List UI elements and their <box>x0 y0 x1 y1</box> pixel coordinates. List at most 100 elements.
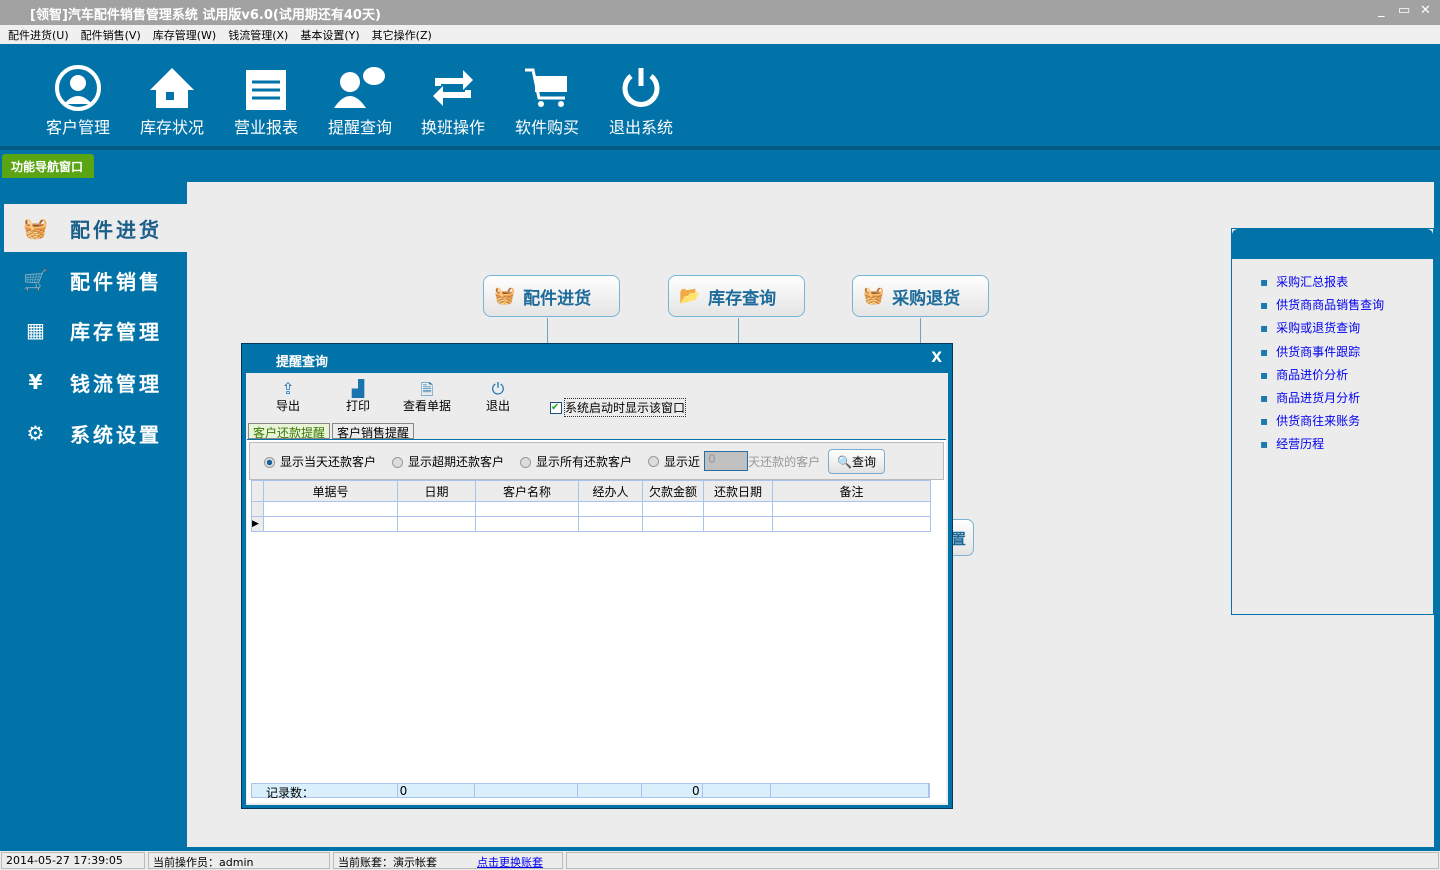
toolbar-label: 退出系统 <box>608 118 673 137</box>
menu-bar: 配件进货(U) 配件销售(V) 库存管理(W) 钱流管理(X) 基本设置(Y) … <box>0 25 1440 44</box>
status-datetime: 2014-05-27 17:39:05 <box>1 852 145 869</box>
radio-label: 显示当天还款客户 <box>280 454 377 469</box>
link-supplier-sales[interactable]: 供货商商品销售查询 <box>1260 296 1433 319</box>
print-button[interactable]: ▟ 打印 <box>346 379 370 414</box>
tab-sales-reminder[interactable]: 客户销售提醒 <box>332 423 415 440</box>
column-header[interactable]: 备注 <box>772 480 931 502</box>
query-button[interactable]: 🔍查询 <box>828 448 886 474</box>
column-header[interactable]: 还款日期 <box>703 480 773 502</box>
yen-icon: ¥ <box>28 370 46 394</box>
power-icon <box>596 62 686 114</box>
show-on-start-checkbox[interactable]: ✔ 系统启动时显示该窗口 <box>550 398 687 417</box>
toolbar-buy[interactable]: 软件购买 <box>502 62 592 138</box>
query-label: 查询 <box>852 454 877 469</box>
exit-button[interactable]: ⏻ 退出 <box>486 379 510 414</box>
amount-total: 0 <box>642 784 703 798</box>
menu-purchase[interactable]: 配件进货(U) <box>8 27 69 42</box>
column-header[interactable]: 单据号 <box>263 480 398 502</box>
link-purchase-summary[interactable]: 采购汇总报表 <box>1260 273 1433 296</box>
link-purchase-return-query[interactable]: 采购或退货查询 <box>1260 319 1433 342</box>
column-header[interactable]: 经办人 <box>578 480 643 502</box>
table-row[interactable]: ▶ <box>251 516 931 532</box>
radio-icon <box>264 456 275 468</box>
dialog-close-button[interactable]: X <box>931 350 942 366</box>
minimize-button[interactable]: _ <box>1378 3 1385 18</box>
sidebar-item-sales[interactable]: 🛒 配件销售 <box>4 256 187 304</box>
flow-connector <box>738 318 739 344</box>
toolbar-customer[interactable]: 客户管理 <box>33 62 123 138</box>
sidebar-item-inventory[interactable]: ▦ 库存管理 <box>4 306 187 354</box>
view-bill-button[interactable]: 🗎 查看单据 <box>403 379 451 414</box>
toolbar-report[interactable]: 营业报表 <box>221 62 311 138</box>
link-price-analysis[interactable]: 商品进价分析 <box>1260 366 1433 389</box>
current-row-icon: ▶ <box>251 516 264 532</box>
menu-other[interactable]: 其它操作(Z) <box>372 27 432 42</box>
reminder-dialog: 提醒查询 X ⇪ 导出 ▟ 打印 🗎 查看单据 ⏻ 退出 ✔ 系统启动时显示该窗口 客户还款… <box>241 343 953 809</box>
toolbar-exit[interactable]: 退出系统 <box>596 62 686 138</box>
cart-icon <box>502 62 592 114</box>
sidebar-label: 配件销售 <box>70 269 162 294</box>
report-links-panel: 采购汇总报表 供货商商品销售查询 采购或退货查询 供货商事件跟踪 商品进价分析 … <box>1231 228 1434 615</box>
link-supplier-events[interactable]: 供货商事件跟踪 <box>1260 343 1433 366</box>
search-icon: 🔍 <box>837 454 853 469</box>
link-monthly-analysis[interactable]: 商品进货月分析 <box>1260 389 1433 412</box>
sidebar-label: 钱流管理 <box>70 371 162 396</box>
change-account-link[interactable]: 点击更换账套 <box>477 854 543 869</box>
table-header: 单据号 日期 客户名称 经办人 欠款金额 还款日期 备注 <box>251 480 931 502</box>
radio-all[interactable]: 显示所有还款客户 <box>520 453 632 470</box>
basket-plus-icon: 🧺 <box>494 286 516 306</box>
print-icon: ▟ <box>351 379 365 398</box>
tool-label: 查看单据 <box>403 399 452 413</box>
tool-label: 打印 <box>346 399 371 413</box>
column-header[interactable]: 欠款金额 <box>642 480 704 502</box>
radio-overdue[interactable]: 显示超期还款客户 <box>392 453 504 470</box>
menu-cashflow[interactable]: 钱流管理(X) <box>228 27 288 42</box>
tab-repayment-reminder[interactable]: 客户还款提醒 <box>248 423 331 440</box>
flow-purchase-button[interactable]: 🧺 配件进货 <box>483 275 620 317</box>
days-input[interactable]: 0 <box>704 451 749 471</box>
main-toolbar: 客户管理 库存状况 营业报表 提醒查询 换班操作 软件购买 退出系统 <box>0 44 1440 150</box>
radio-icon <box>648 455 660 467</box>
basket-minus-icon: 🧺 <box>863 286 885 306</box>
toolbar-label: 提醒查询 <box>327 118 392 137</box>
menu-sales[interactable]: 配件销售(V) <box>81 27 141 42</box>
dialog-title: 提醒查询 <box>276 355 329 370</box>
cart-icon: 🛒 <box>23 268 51 292</box>
maximize-button[interactable]: ▭ <box>1398 3 1410 18</box>
export-button[interactable]: ⇪ 导出 <box>276 379 300 414</box>
nav-window-tab[interactable]: 功能导航窗口 <box>2 154 94 178</box>
toolbar-label: 库存状况 <box>139 118 204 137</box>
house-icon <box>127 62 217 114</box>
toolbar-reminder[interactable]: 提醒查询 <box>315 62 405 138</box>
sidebar-label: 库存管理 <box>70 319 162 344</box>
toolbar-shift[interactable]: 换班操作 <box>408 62 498 138</box>
menu-settings[interactable]: 基本设置(Y) <box>300 27 359 42</box>
window-title: [领智]汽车配件销售管理系统 试用版v6.0(试用期还有40天) <box>30 8 381 23</box>
sidebar-item-purchase[interactable]: 🧺 配件进货 <box>4 204 187 252</box>
record-count-label: 记录数： <box>252 784 398 800</box>
toolbar-stock[interactable]: 库存状况 <box>127 62 217 138</box>
status-account: 当前账套：演示帐套 点击更换账套 <box>333 852 563 869</box>
record-count: 0 <box>398 784 476 798</box>
flow-label: 配件进货 <box>523 288 592 309</box>
flow-stock-query-button[interactable]: 📂 库存查询 <box>668 275 805 317</box>
radio-recent[interactable]: 显示近 0 天还款的客户 <box>648 451 820 471</box>
link-history[interactable]: 经营历程 <box>1260 435 1433 458</box>
flow-return-button[interactable]: 🧺 采购退货 <box>852 275 989 317</box>
dialog-title-bar: 提醒查询 X <box>242 344 952 373</box>
menu-inventory[interactable]: 库存管理(W) <box>153 27 216 42</box>
toolbar-label: 软件购买 <box>514 118 579 137</box>
radio-label: 显示近 <box>664 454 701 469</box>
link-supplier-accounts[interactable]: 供货商往来账务 <box>1260 412 1433 435</box>
radio-today[interactable]: 显示当天还款客户 <box>264 453 376 470</box>
grid-icon: ▦ <box>26 318 48 342</box>
column-header[interactable]: 日期 <box>397 480 476 502</box>
sidebar-item-settings[interactable]: ⚙ 系统设置 <box>4 409 187 457</box>
table-row[interactable] <box>251 501 931 517</box>
close-button[interactable]: ✕ <box>1420 3 1431 18</box>
sidebar-item-cashflow[interactable]: ¥ 钱流管理 <box>4 358 187 406</box>
radio-label: 显示超期还款客户 <box>408 454 505 469</box>
flow-connector <box>547 318 548 344</box>
toolbar-label: 换班操作 <box>420 118 485 137</box>
column-header[interactable]: 客户名称 <box>475 480 579 502</box>
